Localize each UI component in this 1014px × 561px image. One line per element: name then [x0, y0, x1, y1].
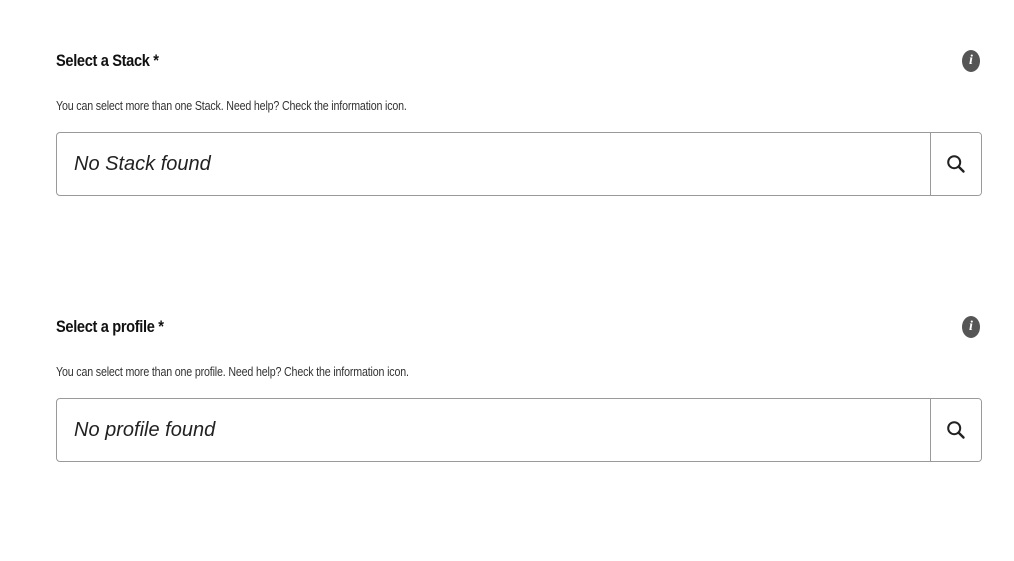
profile-section: Select a profile * i You can select more…: [56, 310, 982, 462]
search-icon: [947, 421, 965, 439]
profile-hint: You can select more than one profile. Ne…: [56, 364, 409, 379]
search-icon: [947, 155, 965, 173]
profile-search-button[interactable]: [930, 399, 981, 461]
stack-search-button[interactable]: [930, 133, 981, 195]
stack-search-input[interactable]: [57, 133, 930, 195]
stack-info-icon[interactable]: i: [962, 50, 980, 72]
profile-title: Select a profile *: [56, 317, 164, 336]
profile-label-row: Select a profile * i: [56, 310, 982, 344]
stack-title: Select a Stack *: [56, 51, 159, 70]
page: Select a Stack * i You can select more t…: [0, 0, 1014, 561]
profile-info-icon[interactable]: i: [962, 316, 980, 338]
stack-section: Select a Stack * i You can select more t…: [56, 44, 982, 196]
profile-search-box: [56, 398, 982, 462]
profile-search-input[interactable]: [57, 399, 930, 461]
stack-hint: You can select more than one Stack. Need…: [56, 98, 407, 113]
stack-search-box: [56, 132, 982, 196]
stack-label-row: Select a Stack * i: [56, 44, 982, 78]
